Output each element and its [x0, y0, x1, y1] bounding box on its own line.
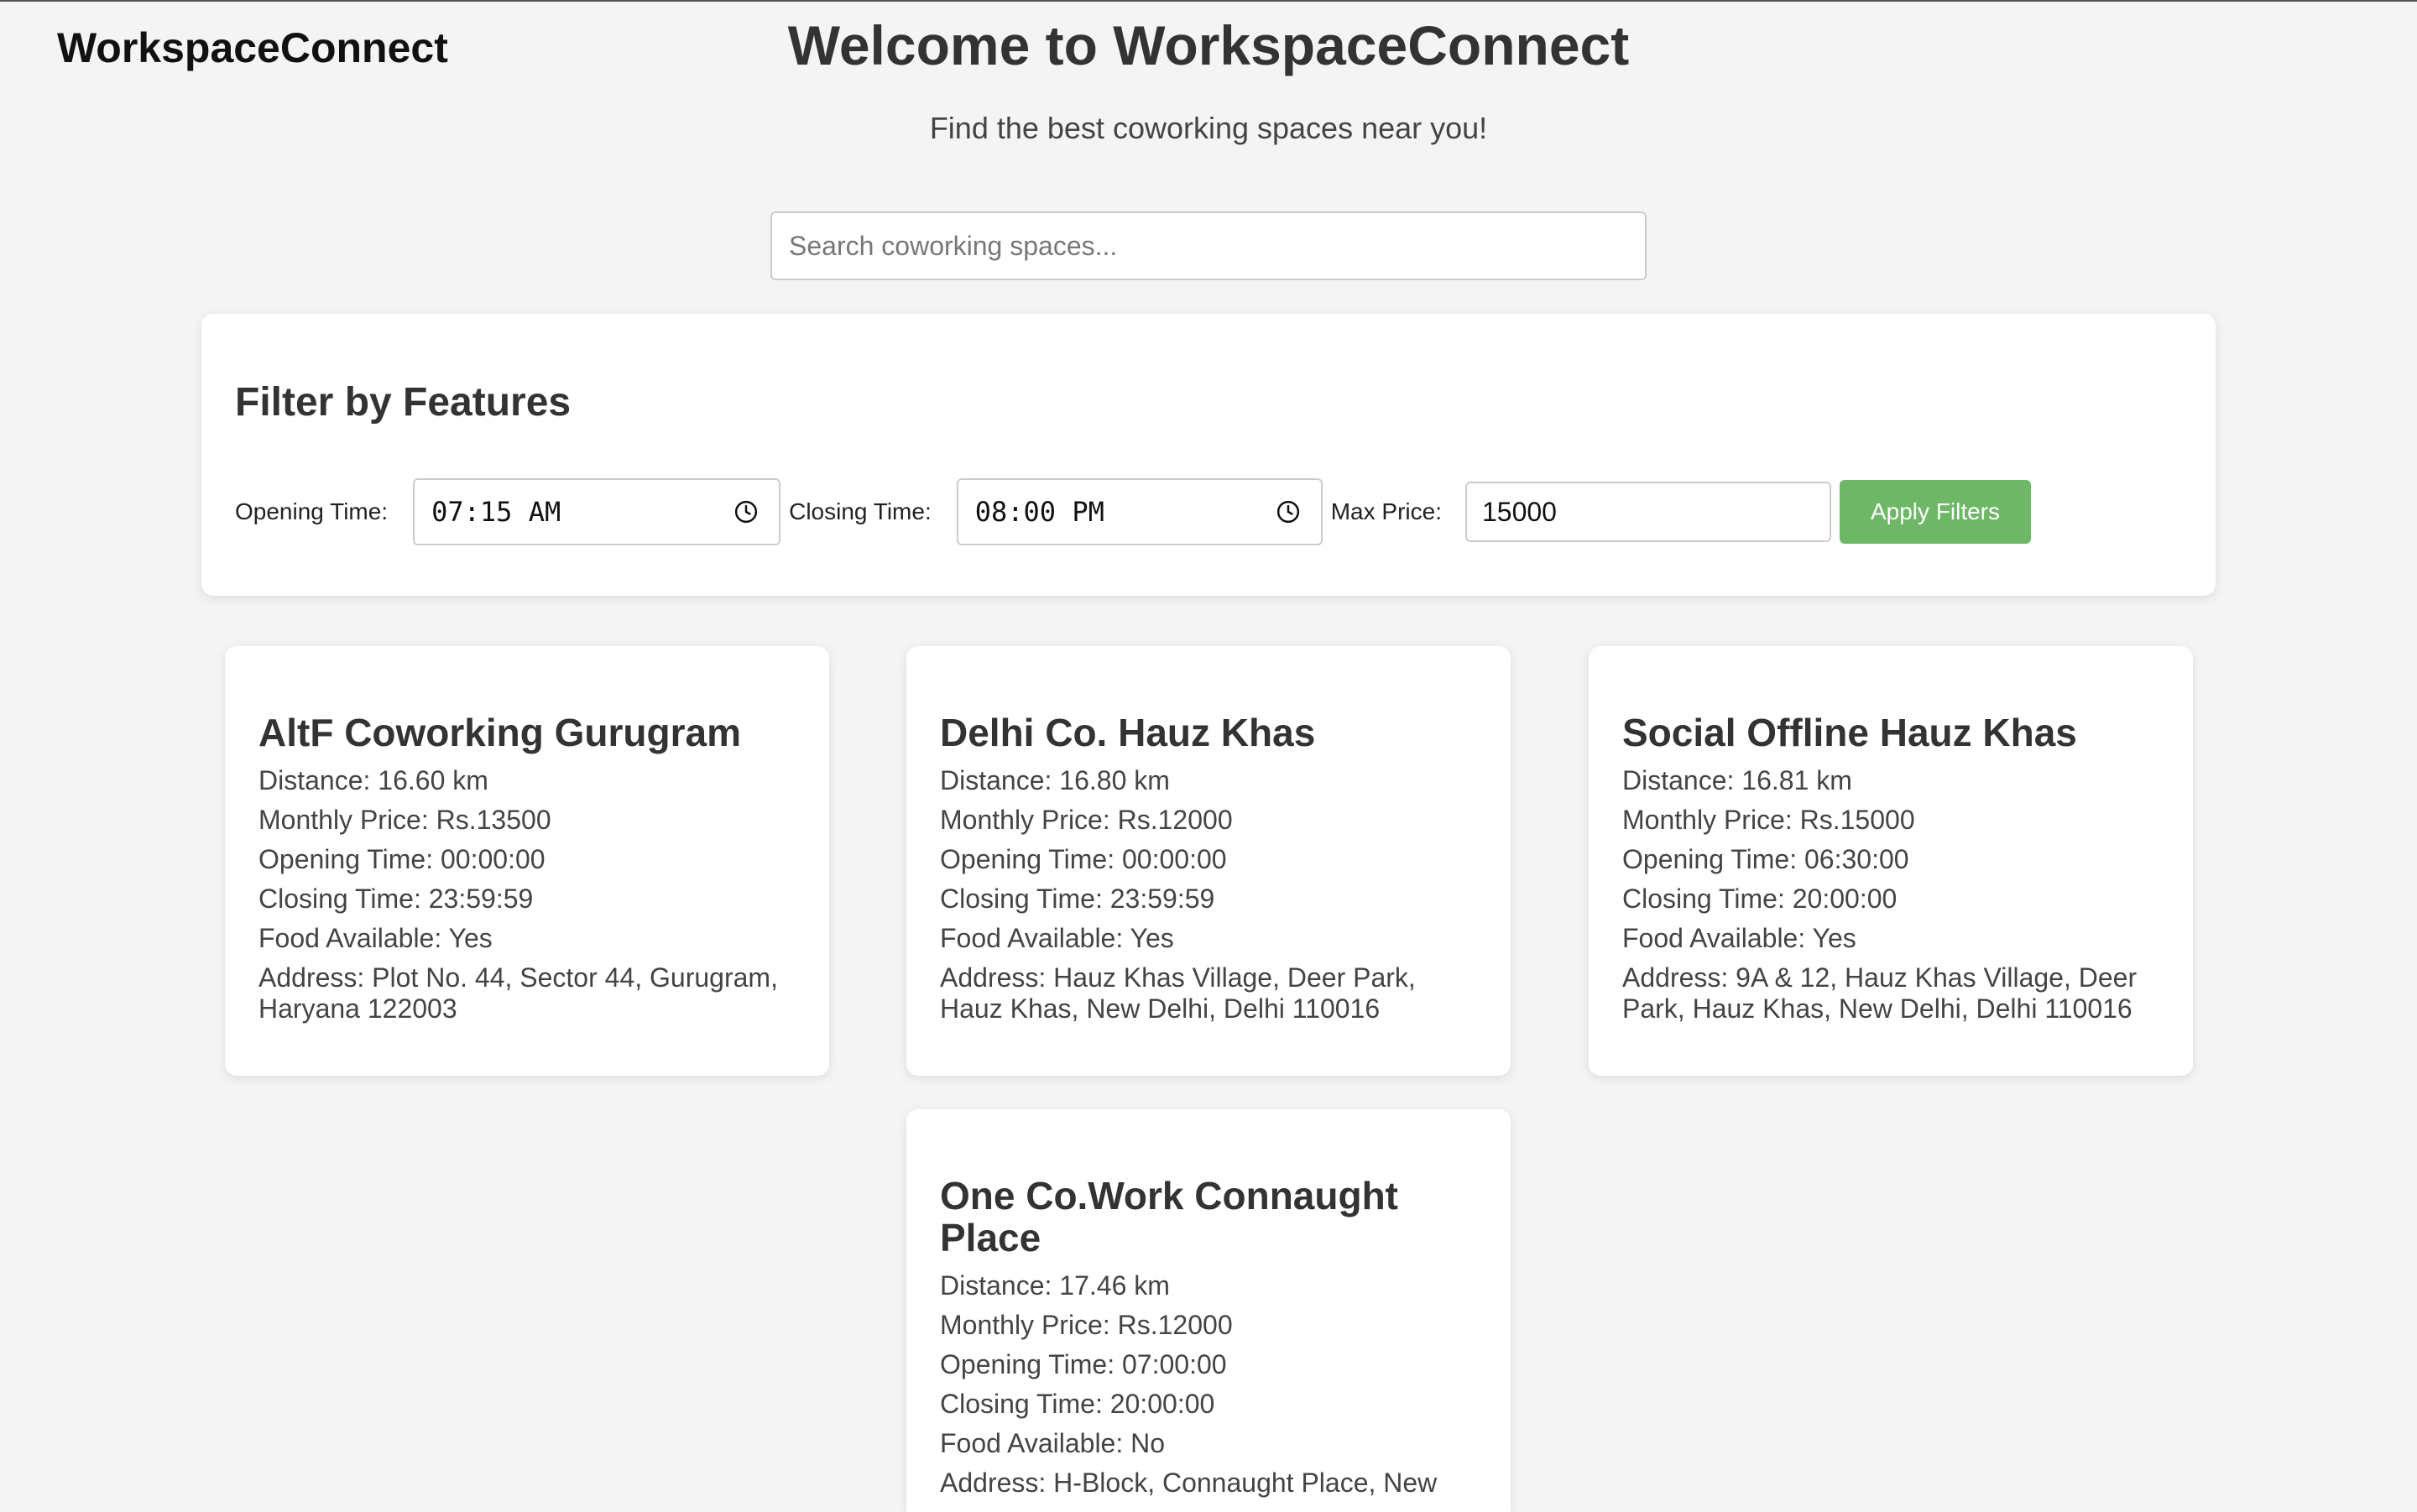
space-distance: Distance: 16.80 km	[940, 765, 1170, 795]
space-distance: Distance: 16.60 km	[258, 765, 488, 795]
filter-heading: Filter by Features	[235, 380, 572, 425]
space-food: Food Available: Yes	[258, 923, 493, 953]
filter-row: Opening Time: 07:15 AM Closing Time: 08:…	[235, 478, 2031, 545]
opening-time-label: Opening Time:	[235, 498, 389, 524]
space-food: Food Available: No	[940, 1428, 1166, 1458]
space-opening-time: Opening Time: 06:30:00	[1622, 844, 1909, 874]
space-card[interactable]: AltF Coworking Gurugram Distance: 16.60 …	[225, 646, 829, 1076]
space-opening-time: Opening Time: 00:00:00	[940, 844, 1227, 874]
closing-time-value: 08:00 PM	[974, 496, 1104, 528]
space-closing-time: Closing Time: 23:59:59	[258, 884, 534, 914]
space-food: Food Available: Yes	[1622, 923, 1856, 953]
space-opening-time: Opening Time: 07:00:00	[940, 1349, 1227, 1379]
space-address: Address: H-Block, Connaught Place, New	[940, 1468, 1438, 1498]
space-closing-time: Closing Time: 20:00:00	[1622, 884, 1898, 914]
clock-icon[interactable]	[733, 499, 759, 524]
filter-panel: Filter by Features Opening Time: 07:15 A…	[201, 314, 2216, 596]
search-input[interactable]	[770, 211, 1647, 280]
space-closing-time: Closing Time: 20:00:00	[940, 1389, 1215, 1419]
space-price: Monthly Price: Rs.15000	[1622, 805, 1915, 835]
apply-filters-button[interactable]: Apply Filters	[1839, 480, 2031, 544]
space-name: One Co.Work Connaught Place	[940, 1174, 1399, 1259]
opening-time-input[interactable]: 07:15 AM	[413, 478, 781, 545]
space-price: Monthly Price: Rs.13500	[258, 805, 551, 835]
space-name: Delhi Co. Hauz Khas	[940, 711, 1316, 754]
space-name: Social Offline Hauz Khas	[1622, 711, 2077, 754]
opening-time-value: 07:15 AM	[431, 496, 561, 528]
page-subtitle: Find the best coworking spaces near you!	[929, 111, 1488, 145]
space-card[interactable]: One Co.Work Connaught Place Distance: 17…	[906, 1109, 1511, 1512]
space-distance: Distance: 16.81 km	[1622, 765, 1852, 795]
space-price: Monthly Price: Rs.12000	[940, 805, 1233, 835]
space-price: Monthly Price: Rs.12000	[940, 1310, 1233, 1340]
max-price-input[interactable]	[1464, 482, 1831, 542]
space-closing-time: Closing Time: 23:59:59	[940, 884, 1215, 914]
space-card[interactable]: Social Offline Hauz Khas Distance: 16.81…	[1589, 646, 2193, 1076]
space-address: Address: 9A & 12, Hauz Khas Village, Dee…	[1622, 962, 2138, 1024]
space-card[interactable]: Delhi Co. Hauz Khas Distance: 16.80 km M…	[906, 646, 1511, 1076]
space-address: Address: Hauz Khas Village, Deer Park, H…	[940, 962, 1416, 1024]
closing-time-label: Closing Time:	[789, 498, 932, 524]
space-name: AltF Coworking Gurugram	[258, 711, 741, 754]
space-food: Food Available: Yes	[940, 923, 1174, 953]
space-distance: Distance: 17.46 km	[940, 1270, 1170, 1301]
clock-icon[interactable]	[1276, 499, 1301, 524]
closing-time-input[interactable]: 08:00 PM	[956, 478, 1323, 545]
max-price-label: Max Price:	[1330, 498, 1442, 524]
page-title: Welcome to WorkspaceConnect	[787, 14, 1630, 76]
space-opening-time: Opening Time: 00:00:00	[258, 844, 546, 874]
space-address: Address: Plot No. 44, Sector 44, Gurugra…	[258, 962, 778, 1024]
